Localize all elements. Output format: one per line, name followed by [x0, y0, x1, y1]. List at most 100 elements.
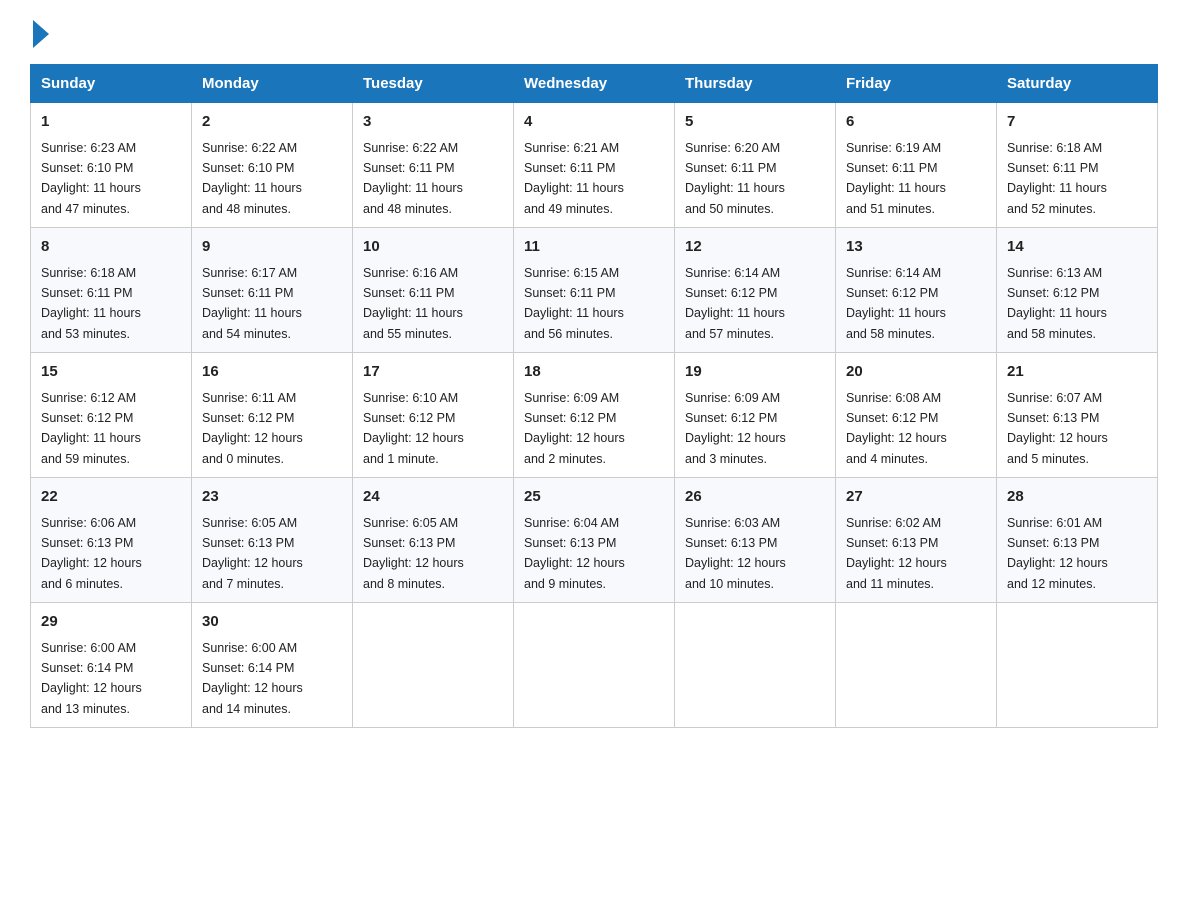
calendar-day-cell: 28 Sunrise: 6:01 AMSunset: 6:13 PMDayligh… — [997, 478, 1158, 603]
calendar-day-cell: 2 Sunrise: 6:22 AMSunset: 6:10 PMDaylight… — [192, 103, 353, 228]
weekday-header-friday: Friday — [836, 65, 997, 103]
day-info: Sunrise: 6:20 AMSunset: 6:11 PMDaylight:… — [685, 141, 785, 216]
calendar-day-cell: 1Sunrise: 6:23 AMSunset: 6:10 PMDaylight… — [31, 103, 192, 228]
day-info: Sunrise: 6:12 AMSunset: 6:12 PMDaylight:… — [41, 391, 141, 466]
day-number: 12 — [685, 236, 825, 259]
weekday-header-tuesday: Tuesday — [353, 65, 514, 103]
day-number: 19 — [685, 361, 825, 384]
day-info: Sunrise: 6:00 AMSunset: 6:14 PMDaylight:… — [41, 641, 142, 716]
calendar-week-row: 29 Sunrise: 6:00 AMSunset: 6:14 PMDayligh… — [31, 603, 1158, 728]
day-number: 25 — [524, 486, 664, 509]
day-info: Sunrise: 6:03 AMSunset: 6:13 PMDaylight:… — [685, 516, 786, 591]
calendar-day-cell: 13 Sunrise: 6:14 AMSunset: 6:12 PMDayligh… — [836, 228, 997, 353]
day-info: Sunrise: 6:05 AMSunset: 6:13 PMDaylight:… — [363, 516, 464, 591]
calendar-day-cell: 23 Sunrise: 6:05 AMSunset: 6:13 PMDayligh… — [192, 478, 353, 603]
day-number: 8 — [41, 236, 181, 259]
day-number: 23 — [202, 486, 342, 509]
day-info: Sunrise: 6:14 AMSunset: 6:12 PMDaylight:… — [846, 266, 946, 341]
calendar-day-cell: 22Sunrise: 6:06 AMSunset: 6:13 PMDayligh… — [31, 478, 192, 603]
day-number: 11 — [524, 236, 664, 259]
page-header — [30, 20, 1158, 46]
calendar-week-row: 22Sunrise: 6:06 AMSunset: 6:13 PMDayligh… — [31, 478, 1158, 603]
calendar-day-cell: 4 Sunrise: 6:21 AMSunset: 6:11 PMDaylight… — [514, 103, 675, 228]
day-info: Sunrise: 6:08 AMSunset: 6:12 PMDaylight:… — [846, 391, 947, 466]
day-number: 21 — [1007, 361, 1147, 384]
day-number: 20 — [846, 361, 986, 384]
day-number: 22 — [41, 486, 181, 509]
day-number: 16 — [202, 361, 342, 384]
day-number: 9 — [202, 236, 342, 259]
weekday-header-thursday: Thursday — [675, 65, 836, 103]
calendar-day-cell — [675, 603, 836, 728]
day-info: Sunrise: 6:02 AMSunset: 6:13 PMDaylight:… — [846, 516, 947, 591]
calendar-day-cell: 8 Sunrise: 6:18 AMSunset: 6:11 PMDaylight… — [31, 228, 192, 353]
day-number: 13 — [846, 236, 986, 259]
day-info: Sunrise: 6:05 AMSunset: 6:13 PMDaylight:… — [202, 516, 303, 591]
day-number: 29 — [41, 611, 181, 634]
calendar-week-row: 8 Sunrise: 6:18 AMSunset: 6:11 PMDaylight… — [31, 228, 1158, 353]
calendar-day-cell: 27 Sunrise: 6:02 AMSunset: 6:13 PMDayligh… — [836, 478, 997, 603]
day-number: 24 — [363, 486, 503, 509]
calendar-day-cell: 9 Sunrise: 6:17 AMSunset: 6:11 PMDaylight… — [192, 228, 353, 353]
day-info: Sunrise: 6:23 AMSunset: 6:10 PMDaylight:… — [41, 141, 141, 216]
calendar-day-cell — [514, 603, 675, 728]
calendar-day-cell: 20 Sunrise: 6:08 AMSunset: 6:12 PMDayligh… — [836, 353, 997, 478]
day-info: Sunrise: 6:14 AMSunset: 6:12 PMDaylight:… — [685, 266, 785, 341]
calendar-day-cell — [836, 603, 997, 728]
day-info: Sunrise: 6:01 AMSunset: 6:13 PMDaylight:… — [1007, 516, 1108, 591]
day-number: 3 — [363, 111, 503, 134]
calendar-day-cell: 7Sunrise: 6:18 AMSunset: 6:11 PMDaylight… — [997, 103, 1158, 228]
calendar-day-cell: 25 Sunrise: 6:04 AMSunset: 6:13 PMDayligh… — [514, 478, 675, 603]
day-info: Sunrise: 6:11 AMSunset: 6:12 PMDaylight:… — [202, 391, 303, 466]
calendar-day-cell: 11 Sunrise: 6:15 AMSunset: 6:11 PMDayligh… — [514, 228, 675, 353]
day-number: 18 — [524, 361, 664, 384]
day-number: 17 — [363, 361, 503, 384]
calendar-day-cell: 5Sunrise: 6:20 AMSunset: 6:11 PMDaylight… — [675, 103, 836, 228]
day-info: Sunrise: 6:19 AMSunset: 6:11 PMDaylight:… — [846, 141, 946, 216]
calendar-day-cell — [353, 603, 514, 728]
logo — [30, 20, 49, 46]
day-info: Sunrise: 6:17 AMSunset: 6:11 PMDaylight:… — [202, 266, 302, 341]
calendar-week-row: 15 Sunrise: 6:12 AMSunset: 6:12 PMDayligh… — [31, 353, 1158, 478]
day-number: 4 — [524, 111, 664, 134]
day-info: Sunrise: 6:04 AMSunset: 6:13 PMDaylight:… — [524, 516, 625, 591]
day-number: 6 — [846, 111, 986, 134]
day-info: Sunrise: 6:09 AMSunset: 6:12 PMDaylight:… — [524, 391, 625, 466]
day-number: 28 — [1007, 486, 1147, 509]
day-info: Sunrise: 6:09 AMSunset: 6:12 PMDaylight:… — [685, 391, 786, 466]
day-number: 27 — [846, 486, 986, 509]
day-number: 7 — [1007, 111, 1147, 134]
calendar-day-cell: 17 Sunrise: 6:10 AMSunset: 6:12 PMDayligh… — [353, 353, 514, 478]
calendar-day-cell: 18 Sunrise: 6:09 AMSunset: 6:12 PMDayligh… — [514, 353, 675, 478]
calendar-day-cell: 14Sunrise: 6:13 AMSunset: 6:12 PMDayligh… — [997, 228, 1158, 353]
day-info: Sunrise: 6:10 AMSunset: 6:12 PMDaylight:… — [363, 391, 464, 466]
day-number: 2 — [202, 111, 342, 134]
day-info: Sunrise: 6:13 AMSunset: 6:12 PMDaylight:… — [1007, 266, 1107, 341]
calendar-day-cell: 21Sunrise: 6:07 AMSunset: 6:13 PMDayligh… — [997, 353, 1158, 478]
weekday-header-sunday: Sunday — [31, 65, 192, 103]
day-info: Sunrise: 6:16 AMSunset: 6:11 PMDaylight:… — [363, 266, 463, 341]
calendar-day-cell: 12 Sunrise: 6:14 AMSunset: 6:12 PMDayligh… — [675, 228, 836, 353]
calendar-day-cell: 6 Sunrise: 6:19 AMSunset: 6:11 PMDaylight… — [836, 103, 997, 228]
day-number: 26 — [685, 486, 825, 509]
day-info: Sunrise: 6:15 AMSunset: 6:11 PMDaylight:… — [524, 266, 624, 341]
calendar-day-cell: 29 Sunrise: 6:00 AMSunset: 6:14 PMDayligh… — [31, 603, 192, 728]
day-info: Sunrise: 6:22 AMSunset: 6:11 PMDaylight:… — [363, 141, 463, 216]
calendar-day-cell: 3 Sunrise: 6:22 AMSunset: 6:11 PMDaylight… — [353, 103, 514, 228]
day-number: 30 — [202, 611, 342, 634]
weekday-header-saturday: Saturday — [997, 65, 1158, 103]
calendar-day-cell: 26 Sunrise: 6:03 AMSunset: 6:13 PMDayligh… — [675, 478, 836, 603]
calendar-day-cell: 24 Sunrise: 6:05 AMSunset: 6:13 PMDayligh… — [353, 478, 514, 603]
calendar-day-cell: 19 Sunrise: 6:09 AMSunset: 6:12 PMDayligh… — [675, 353, 836, 478]
day-info: Sunrise: 6:00 AMSunset: 6:14 PMDaylight:… — [202, 641, 303, 716]
calendar-day-cell: 30 Sunrise: 6:00 AMSunset: 6:14 PMDayligh… — [192, 603, 353, 728]
day-info: Sunrise: 6:22 AMSunset: 6:10 PMDaylight:… — [202, 141, 302, 216]
day-info: Sunrise: 6:18 AMSunset: 6:11 PMDaylight:… — [41, 266, 141, 341]
logo-arrow-icon — [33, 20, 49, 48]
calendar-day-cell: 10Sunrise: 6:16 AMSunset: 6:11 PMDayligh… — [353, 228, 514, 353]
day-info: Sunrise: 6:21 AMSunset: 6:11 PMDaylight:… — [524, 141, 624, 216]
weekday-header-wednesday: Wednesday — [514, 65, 675, 103]
weekday-header-monday: Monday — [192, 65, 353, 103]
day-number: 15 — [41, 361, 181, 384]
calendar-day-cell: 15 Sunrise: 6:12 AMSunset: 6:12 PMDayligh… — [31, 353, 192, 478]
